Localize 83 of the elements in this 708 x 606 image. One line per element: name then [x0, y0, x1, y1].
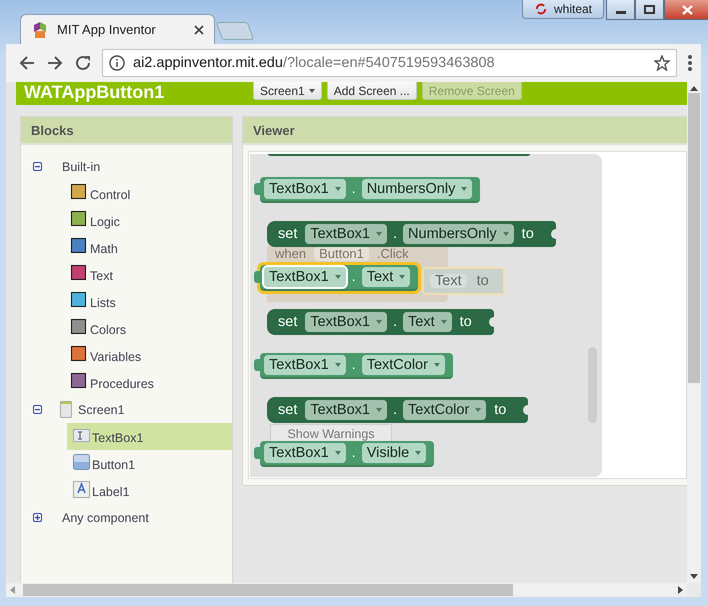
reload-icon[interactable]	[74, 54, 92, 72]
maximize-icon	[644, 5, 655, 14]
component-dropdown[interactable]: TextBox1	[264, 267, 346, 287]
user-badge[interactable]: whiteat	[522, 0, 604, 19]
label-icon	[73, 480, 90, 498]
scroll-left-icon	[10, 586, 15, 594]
block-keyword: to	[458, 314, 473, 330]
collapse-icon[interactable]	[33, 405, 42, 414]
tree-item[interactable]: Text	[88, 264, 115, 286]
close-icon	[682, 4, 692, 14]
block-keyword: when	[275, 247, 306, 261]
block-dot: .	[350, 181, 357, 197]
tree-item[interactable]: Logic	[88, 210, 122, 232]
block-keyword: set	[277, 314, 298, 330]
scroll-right-icon	[678, 586, 683, 594]
minimize-button[interactable]	[606, 0, 635, 20]
tree-item[interactable]: Lists	[88, 290, 118, 312]
url-text: ai2.appinventor.mit.edu/?locale=en#5407519593463808	[133, 55, 496, 71]
property-dropdown[interactable]: NumbersOnly	[403, 224, 514, 244]
block-keyword: set	[277, 402, 298, 418]
sync-icon	[534, 3, 548, 15]
scroll-down-icon	[690, 574, 698, 579]
tree-item[interactable]: Screen1	[78, 402, 125, 416]
menu-icon[interactable]	[687, 54, 693, 72]
setter-block[interactable]: set TextBox1 . TextColor to	[267, 397, 528, 423]
block-dot: .	[392, 402, 398, 418]
block-dot: .	[350, 357, 357, 373]
component-dropdown[interactable]: TextBox1	[305, 400, 387, 420]
block-dot: .	[350, 269, 357, 285]
tree-item[interactable]: Procedures	[88, 372, 156, 394]
component-dropdown[interactable]: TextBox1	[264, 355, 346, 375]
button-icon	[73, 454, 90, 470]
property-dropdown[interactable]: Visible	[362, 443, 426, 463]
setter-block[interactable]: set TextBox1 . NumbersOnly to	[267, 221, 556, 247]
property-dropdown[interactable]: TextColor	[362, 355, 445, 375]
info-icon	[109, 55, 125, 71]
star-icon[interactable]	[654, 55, 670, 71]
property-dropdown[interactable]: Text	[403, 312, 452, 332]
screen-button[interactable]: Add Screen ...	[326, 82, 417, 100]
tree-item[interactable]: Any component	[62, 510, 149, 524]
app-logo-icon	[31, 20, 49, 38]
forward-icon[interactable]	[46, 54, 64, 72]
maximize-button[interactable]	[635, 0, 664, 20]
collapse-icon[interactable]	[33, 162, 42, 171]
block-keyword: to	[520, 226, 535, 242]
block-keyword: set	[277, 226, 298, 242]
horizontal-scrollbar[interactable]	[6, 583, 687, 597]
close-button[interactable]	[664, 0, 708, 20]
tree-item[interactable]: Built-in	[62, 160, 100, 174]
project-name: WATAppButton1	[24, 83, 166, 101]
tree-item[interactable]: Control	[88, 182, 132, 204]
block-dot: .	[392, 314, 398, 330]
block-keyword: to	[476, 273, 489, 289]
screen-dropdown[interactable]: Screen1	[253, 82, 322, 100]
property-dropdown[interactable]: NumbersOnly	[362, 179, 472, 199]
block-dot: .	[392, 226, 398, 242]
tree-item[interactable]: TextBox1	[67, 423, 232, 450]
tree-item[interactable]: Label1	[67, 477, 232, 504]
panel-title: Blocks	[21, 117, 232, 145]
block-dot: .	[350, 445, 357, 461]
tree-item[interactable]: Variables	[88, 344, 144, 366]
component-dropdown[interactable]: TextBox1	[264, 179, 346, 199]
component-dropdown[interactable]: TextBox1	[264, 443, 346, 463]
property-dropdown[interactable]: Text	[362, 267, 410, 287]
property-dropdown[interactable]: TextColor	[403, 400, 486, 420]
tree-item[interactable]: Button1	[67, 450, 232, 477]
block-keyword: to	[493, 402, 508, 418]
tree-item[interactable]: Colors	[88, 318, 128, 340]
tree-item[interactable]: Math	[88, 236, 120, 258]
browser-tab[interactable]: MIT App Inventor	[20, 14, 215, 44]
phone-icon	[60, 401, 72, 418]
textbox-icon	[73, 428, 90, 442]
component-dropdown[interactable]: TextBox1	[305, 224, 387, 244]
caret-icon	[308, 88, 315, 92]
setter-block[interactable]: set TextBox1 . Text to	[267, 309, 494, 335]
back-icon[interactable]	[18, 54, 36, 72]
address-bar[interactable]: ai2.appinventor.mit.edu/?locale=en#5407519593463808	[102, 49, 677, 77]
close-icon	[194, 24, 204, 34]
panel-title: Viewer	[243, 117, 687, 145]
expand-icon[interactable]	[33, 513, 42, 522]
event-name: .Click	[376, 247, 409, 261]
vertical-scrollbar[interactable]	[687, 82, 701, 583]
component-dropdown[interactable]: TextBox1	[305, 312, 387, 332]
